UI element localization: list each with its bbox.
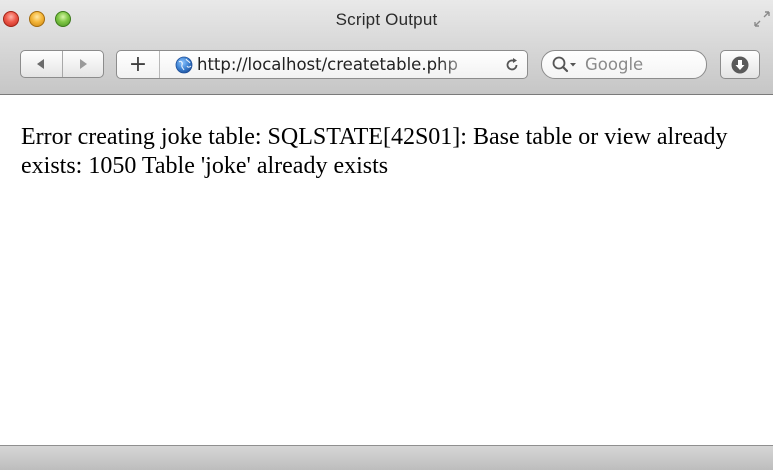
reload-button[interactable] — [501, 54, 523, 76]
browser-window: Script Output + http://localhost/createt… — [0, 0, 773, 470]
window-toolbar: Script Output + http://localhost/createt… — [0, 0, 773, 95]
forward-button[interactable] — [61, 51, 104, 77]
globe-icon — [175, 56, 193, 74]
reload-icon — [506, 58, 518, 71]
downloads-button[interactable] — [720, 50, 760, 79]
page-content: Error creating joke table: SQLSTATE[42S0… — [0, 95, 773, 445]
forward-arrow-icon — [79, 59, 87, 69]
url-field[interactable]: http://localhost/createtable.php — [197, 55, 479, 76]
address-bar[interactable]: + http://localhost/createtable.php — [116, 50, 528, 79]
error-message: Error creating joke table: SQLSTATE[42S0… — [21, 124, 728, 179]
back-arrow-icon — [37, 59, 45, 69]
download-icon — [731, 56, 749, 73]
back-button[interactable] — [21, 51, 62, 77]
fullscreen-icon[interactable] — [753, 10, 771, 28]
back-forward-control — [20, 50, 104, 78]
status-bar — [0, 445, 773, 470]
search-placeholder: Google — [585, 55, 644, 74]
search-icon — [552, 56, 576, 73]
window-title: Script Output — [335, 10, 438, 29]
search-field[interactable]: Google — [541, 50, 707, 79]
add-bookmark-button[interactable]: + — [117, 51, 160, 78]
